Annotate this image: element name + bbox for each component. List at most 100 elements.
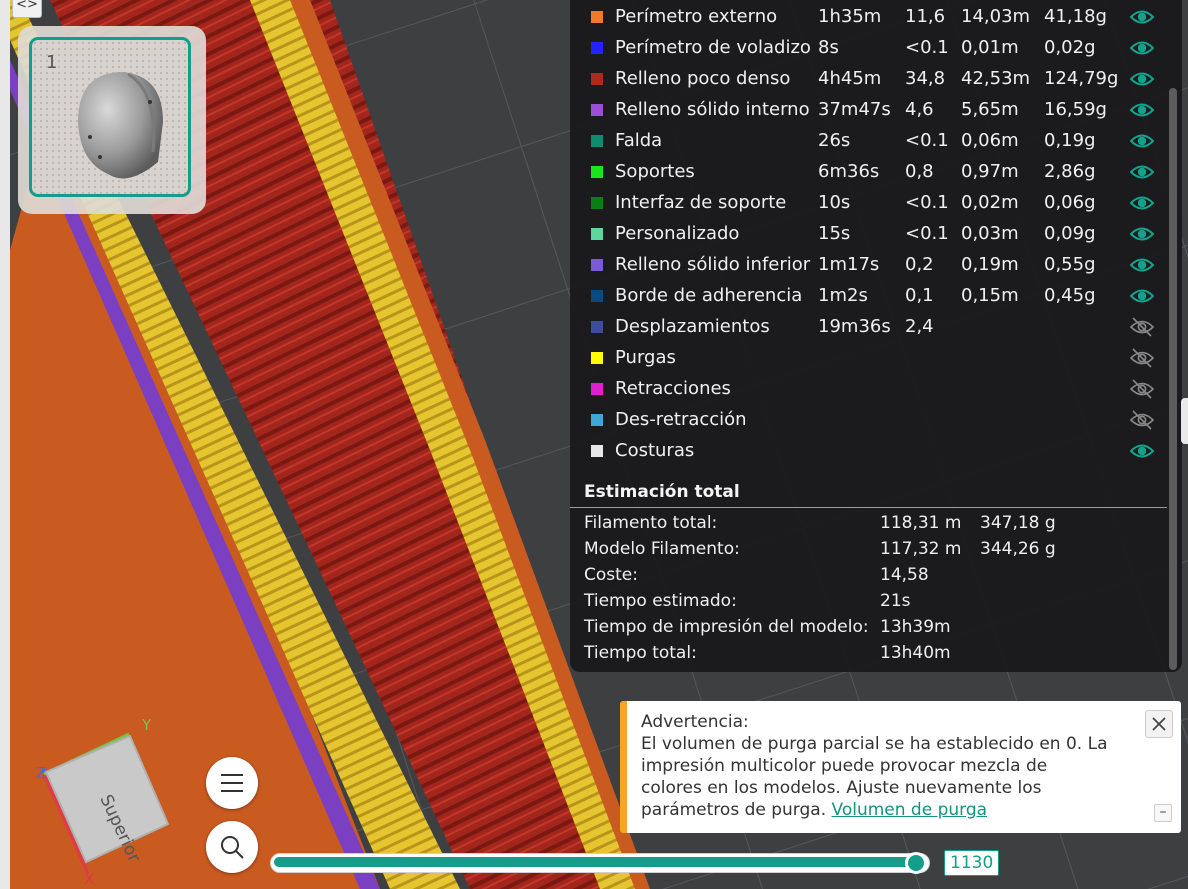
axis-x-label: X	[84, 870, 94, 887]
divider	[570, 507, 1167, 508]
eye-icon[interactable]	[1129, 286, 1155, 306]
feature-name: Soportes	[615, 161, 695, 182]
total-estimate-list: Filamento total: 118,31 m 347,18 g Modelo F…	[584, 511, 1144, 667]
feature-time: 8s	[818, 37, 839, 58]
feature-name: Falda	[615, 130, 663, 151]
eye-icon[interactable]	[1129, 224, 1155, 244]
total-label: Filamento total:	[584, 513, 718, 533]
layer-value[interactable]: 1130	[944, 850, 1000, 876]
feature-time: 1m17s	[818, 254, 880, 275]
left-edge-panel	[0, 0, 10, 889]
feature-time: 1h35m	[818, 6, 882, 27]
feature-time: 1m2s	[818, 285, 868, 306]
feature-name: Personalizado	[615, 223, 740, 244]
eye-off-icon[interactable]	[1129, 317, 1155, 337]
color-swatch	[591, 42, 603, 54]
eye-off-icon[interactable]	[1129, 410, 1155, 430]
eye-icon[interactable]	[1129, 193, 1155, 213]
feature-name: Des-retracción	[615, 409, 747, 430]
purge-volume-link[interactable]: Volumen de purga	[832, 800, 988, 820]
color-swatch	[591, 259, 603, 271]
color-swatch	[591, 135, 603, 147]
feature-length: 14,03m	[961, 6, 1031, 27]
color-swatch	[591, 352, 603, 364]
total-value-secondary: 347,18 g	[980, 513, 1056, 533]
search-button[interactable]	[206, 821, 258, 873]
slider-thumb[interactable]	[905, 852, 927, 874]
eye-icon[interactable]	[1129, 131, 1155, 151]
menu-icon	[221, 774, 243, 792]
axis-z-label: Z	[36, 764, 46, 782]
feature-weight: 16,59g	[1044, 99, 1107, 120]
feature-weight: 0,09g	[1044, 223, 1096, 244]
legend-row: Costuras	[570, 436, 1170, 467]
eye-icon[interactable]	[1129, 100, 1155, 120]
minimize-icon[interactable]: –	[1154, 804, 1172, 822]
warning-text: Advertencia: El volumen de purga parcial…	[641, 711, 1111, 821]
total-value: 13h39m	[880, 617, 951, 637]
feature-percent: <0.1	[905, 192, 949, 213]
color-swatch	[591, 11, 603, 23]
feature-time: 37m47s	[818, 99, 891, 120]
legend-row: Retracciones	[570, 374, 1170, 405]
collapse-arrows-icon[interactable]: <>	[12, 0, 42, 18]
feature-name: Relleno poco denso	[615, 68, 791, 89]
feature-length: 0,97m	[961, 161, 1019, 182]
color-swatch	[591, 383, 603, 395]
legend-list: Perímetro externo 1h35m 11,6 14,03m 41,18g Pe…	[570, 2, 1170, 467]
feature-name: Costuras	[615, 440, 695, 461]
total-row: Tiempo estimado: 21s	[584, 589, 1144, 615]
eye-icon[interactable]	[1129, 69, 1155, 89]
model-thumbnail-image	[78, 72, 163, 179]
feature-percent: 0,1	[905, 285, 934, 306]
legend-row: Relleno poco denso 4h45m 34,8 42,53m 124,79g	[570, 64, 1170, 95]
plate-thumbnail[interactable]: 1	[29, 37, 191, 197]
total-value: 118,31 m	[880, 513, 962, 533]
eye-icon[interactable]	[1129, 7, 1155, 27]
legend-row: Falda 26s <0.1 0,06m 0,19g	[570, 126, 1170, 157]
feature-percent: 2,4	[905, 316, 934, 337]
feature-length: 0,02m	[961, 192, 1019, 213]
eye-icon[interactable]	[1129, 38, 1155, 58]
total-label: Modelo Filamento:	[584, 539, 740, 559]
color-swatch	[591, 228, 603, 240]
legend-row: Soportes 6m36s 0,8 0,97m 2,86g	[570, 157, 1170, 188]
layer-slider[interactable]	[270, 851, 940, 875]
feature-length: 0,06m	[961, 130, 1019, 151]
eye-icon[interactable]	[1129, 441, 1155, 461]
feature-length: 0,01m	[961, 37, 1019, 58]
feature-weight: 2,86g	[1044, 161, 1096, 182]
eye-off-icon[interactable]	[1129, 348, 1155, 368]
eye-icon[interactable]	[1129, 255, 1155, 275]
legend-row: Interfaz de soporte 10s <0.1 0,02m 0,06g	[570, 188, 1170, 219]
total-value: 21s	[880, 591, 911, 611]
eye-icon[interactable]	[1129, 162, 1155, 182]
feature-length: 5,65m	[961, 99, 1019, 120]
feature-percent: 4,6	[905, 99, 934, 120]
legend-scrollbar[interactable]	[1169, 88, 1177, 670]
feature-percent: 0,8	[905, 161, 934, 182]
color-swatch	[591, 73, 603, 85]
menu-button[interactable]	[206, 757, 258, 809]
total-value: 117,32 m	[880, 539, 962, 559]
color-swatch	[591, 321, 603, 333]
total-value: 14,58	[880, 565, 929, 585]
side-panel-tab[interactable]	[1181, 398, 1188, 444]
close-icon[interactable]	[1145, 710, 1173, 738]
color-swatch	[591, 166, 603, 178]
feature-time: 10s	[818, 192, 851, 213]
view-cube[interactable]: Superior X Y Z	[30, 712, 180, 887]
feature-weight: 124,79g	[1044, 68, 1119, 89]
plate-number: 1	[46, 52, 58, 73]
eye-off-icon[interactable]	[1129, 379, 1155, 399]
total-label: Tiempo total:	[584, 643, 697, 663]
warning-notification: Advertencia: El volumen de purga parcial…	[620, 701, 1181, 833]
color-swatch	[591, 104, 603, 116]
total-row: Tiempo de impresión del modelo: 13h39m	[584, 615, 1144, 641]
warning-title: Advertencia:	[641, 712, 749, 732]
feature-weight: 0,19g	[1044, 130, 1096, 151]
legend-row: Relleno sólido inferior 1m17s 0,2 0,19m 0,55…	[570, 250, 1170, 281]
total-label: Tiempo estimado:	[584, 591, 737, 611]
feature-length: 42,53m	[961, 68, 1031, 89]
legend-row: Perímetro de voladizo 8s <0.1 0,01m 0,02g	[570, 33, 1170, 64]
